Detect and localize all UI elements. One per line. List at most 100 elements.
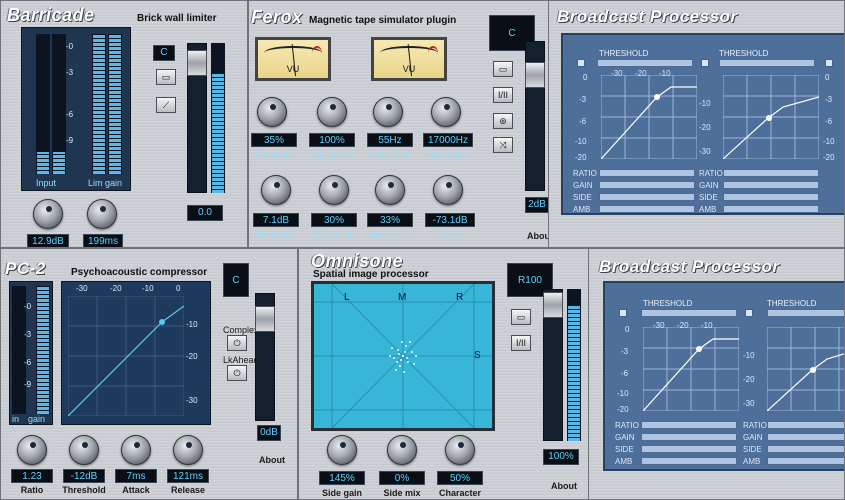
pc2-fader-value: 0dB xyxy=(257,425,281,441)
ferox-about-link[interactable]: Abou xyxy=(527,231,549,241)
pc2-mode-display[interactable]: C xyxy=(223,263,249,297)
barricade-release-knob[interactable] xyxy=(87,199,117,229)
omnisone-button-1[interactable]: ▭ xyxy=(511,309,531,325)
bp1-link-right[interactable] xyxy=(701,59,709,67)
bp2-link-right[interactable] xyxy=(745,309,753,317)
bp1-right-tick-3: -30 xyxy=(699,147,711,156)
omnisone-about-link[interactable]: About xyxy=(551,481,577,491)
side-mix-value: 0% xyxy=(379,471,425,485)
barricade-mode-button[interactable]: ▭ xyxy=(156,69,176,85)
scope-m-label: M xyxy=(398,292,407,303)
hysteresis-knob[interactable] xyxy=(375,175,405,205)
bp2-amb-label-r: AMB xyxy=(743,457,761,466)
ferox-fader-handle[interactable] xyxy=(525,62,545,88)
bp2-amb-bar-left[interactable] xyxy=(641,457,737,465)
pc2-about-link[interactable]: About xyxy=(259,455,285,465)
noise-knob[interactable] xyxy=(433,175,463,205)
bp1-link-left[interactable] xyxy=(577,59,585,67)
bp2-gain-bar-left[interactable] xyxy=(641,433,737,441)
bp1-ratio-bar-right[interactable] xyxy=(723,169,819,177)
barricade-mode-display[interactable]: C xyxy=(153,45,175,61)
bp2-left-tick-4: -20 xyxy=(617,405,629,414)
barricade-output-fader[interactable] xyxy=(187,43,207,193)
bp1-amb-bar-right[interactable] xyxy=(723,205,819,213)
barricade-fader-handle[interactable] xyxy=(187,50,207,76)
omnisone-output-fader[interactable] xyxy=(543,289,563,441)
bp2-ratio-bar-right[interactable] xyxy=(767,421,844,429)
saturation-knob[interactable] xyxy=(319,175,349,205)
release-knob[interactable] xyxy=(173,435,203,465)
saturation-value: 30% xyxy=(311,213,357,227)
bp1-side-bar-left[interactable] xyxy=(599,193,695,201)
bp1-threshold-left: THRESHOLD xyxy=(599,49,649,58)
ferox-button-1[interactable]: ▭ xyxy=(493,61,513,77)
bp1-top-tick-3: -10 xyxy=(659,69,671,78)
ferox-cross-button[interactable]: ⤨ xyxy=(493,137,513,153)
reclevel-knob[interactable] xyxy=(261,175,291,205)
bp2-link-left[interactable] xyxy=(619,309,627,317)
low-cutoff-knob[interactable] xyxy=(373,97,403,127)
bp2-ratio-label: RATIO xyxy=(615,421,639,430)
bp2-side-bar-right[interactable] xyxy=(767,445,844,453)
side-gain-label: Side gain xyxy=(321,488,362,498)
ferox-output-fader[interactable] xyxy=(525,41,545,191)
barricade-curve-button[interactable]: ⟋ xyxy=(156,97,176,113)
bp1-side-label: SIDE xyxy=(573,193,592,202)
bp2-side-bar-left[interactable] xyxy=(641,445,737,453)
bp1-screen: THRESHOLD THRESHOLD -30 -20 -10 0 -3 -6 … xyxy=(561,33,844,215)
bp2-side-label-r: SIDE xyxy=(743,445,762,454)
bp1-link-far[interactable] xyxy=(825,59,833,67)
side-mix-knob[interactable] xyxy=(387,435,417,465)
bp2-right-tick-2: -20 xyxy=(743,375,755,384)
bp1-gain-bar-right[interactable] xyxy=(723,181,819,189)
bp2-gain-bar-right[interactable] xyxy=(767,433,844,441)
lim-meter-right xyxy=(108,34,122,174)
bp1-gain-bar-left[interactable] xyxy=(599,181,695,189)
low-cutoff-value: 55Hz xyxy=(367,133,413,147)
threshold-knob[interactable] xyxy=(69,435,99,465)
high-cutoff-knob[interactable] xyxy=(431,97,461,127)
bp1-side-bar-right[interactable] xyxy=(723,193,819,201)
character-value: 50% xyxy=(437,471,483,485)
ferox-subtitle: Magnetic tape simulator plugin xyxy=(309,15,457,26)
bp1-top-tick-2: -20 xyxy=(635,69,647,78)
pc2-fader-handle[interactable] xyxy=(255,306,275,332)
omnisone-fader-value: 100% xyxy=(543,449,579,465)
bp1-threshold-right: THRESHOLD xyxy=(719,49,769,58)
ferox-i-ii-button[interactable]: I/II xyxy=(493,87,513,103)
scope-grid xyxy=(314,284,492,428)
bp1-threshold-bar-left[interactable] xyxy=(597,59,693,67)
pc2-right-tick-2: -20 xyxy=(186,352,198,361)
pc2-top-tick-2: -20 xyxy=(110,284,122,293)
bp2-threshold-left: THRESHOLD xyxy=(643,299,693,308)
bp2-left-tick-3: -10 xyxy=(617,389,629,398)
ferox-tape-button[interactable]: ⊚ xyxy=(493,113,513,129)
bp2-threshold-bar-left[interactable] xyxy=(641,309,737,317)
bp1-left-tick-3: -10 xyxy=(575,137,587,146)
ferox-fader-value: 2dB xyxy=(525,197,549,213)
omnisone-i-ii-button[interactable]: I/II xyxy=(511,335,531,351)
feedback-knob[interactable] xyxy=(257,97,287,127)
hysteresis-value: 33% xyxy=(367,213,413,227)
pc2-complex-button[interactable]: ⏻ xyxy=(227,335,247,351)
omnisone-fader-handle[interactable] xyxy=(543,292,563,318)
bp1-ratio-bar-left[interactable] xyxy=(599,169,695,177)
bp1-threshold-bar-right[interactable] xyxy=(719,59,815,67)
character-knob[interactable] xyxy=(445,435,475,465)
pc2-lkahead-button[interactable]: ⏻ xyxy=(227,365,247,381)
bp2-amb-bar-right[interactable] xyxy=(767,457,844,465)
barricade-title: Barricade xyxy=(7,5,95,25)
bp2-threshold-bar-right[interactable] xyxy=(767,309,844,317)
ratio-knob[interactable] xyxy=(17,435,47,465)
tapespeed-knob[interactable] xyxy=(317,97,347,127)
pc2-title: PC-2 xyxy=(5,259,46,278)
attack-knob[interactable] xyxy=(121,435,151,465)
side-gain-knob[interactable] xyxy=(327,435,357,465)
bp1-amb-bar-left[interactable] xyxy=(599,205,695,213)
ferox-mode-value: C xyxy=(508,28,516,39)
barricade-threshold-knob[interactable] xyxy=(33,199,63,229)
barricade-meter-screen: -0 -3 -6 -9 Input Lim gain xyxy=(21,27,131,191)
bp2-ratio-bar-left[interactable] xyxy=(641,421,737,429)
input-label: Input xyxy=(36,178,57,188)
pc2-output-fader[interactable] xyxy=(255,293,275,421)
